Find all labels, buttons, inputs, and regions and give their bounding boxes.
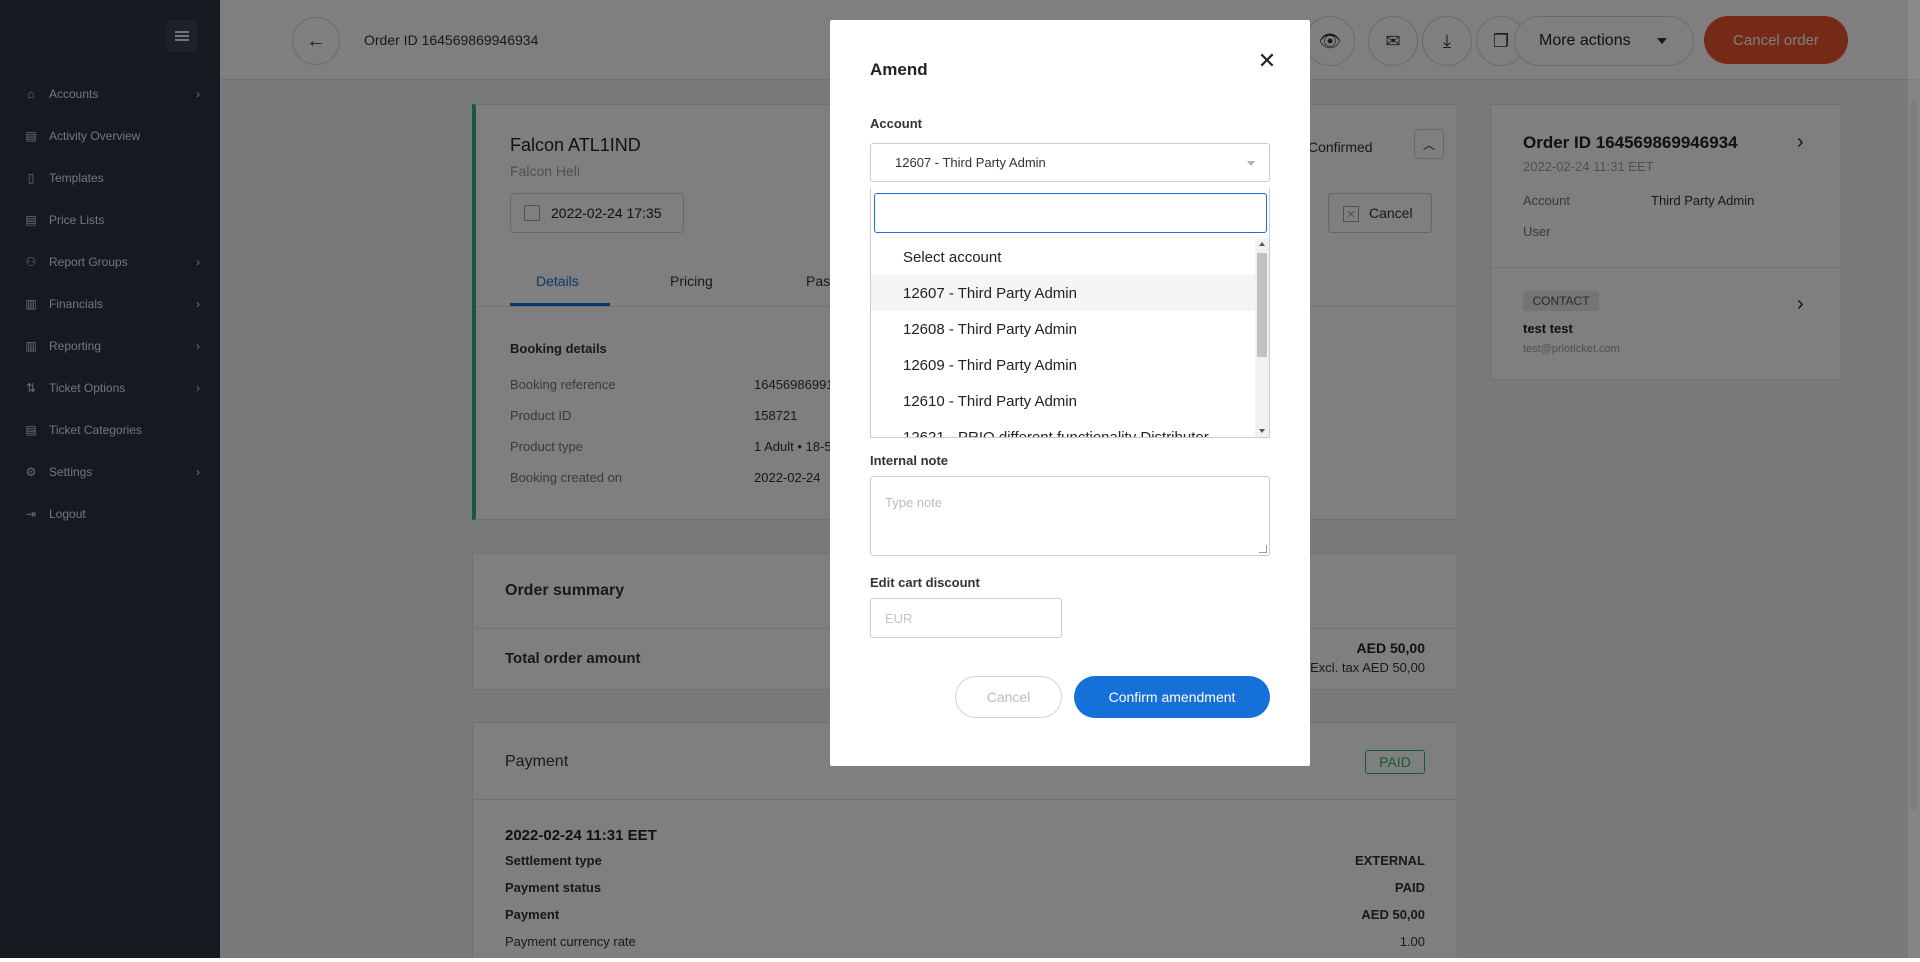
account-option[interactable]: 12609 - Third Party Admin (871, 347, 1255, 383)
resize-handle-icon[interactable] (1259, 545, 1267, 553)
discount-placeholder: EUR (885, 610, 913, 626)
account-option[interactable]: 12607 - Third Party Admin (871, 275, 1255, 311)
note-field-label: Internal note (870, 453, 949, 468)
cart-discount-input[interactable]: EUR (870, 598, 1062, 638)
note-placeholder: Type note (885, 495, 943, 510)
close-icon[interactable]: ✕ (1254, 48, 1280, 74)
account-option[interactable]: 12608 - Third Party Admin (871, 311, 1255, 347)
scroll-up-icon[interactable] (1259, 242, 1265, 246)
cancel-button[interactable]: Cancel (955, 676, 1062, 718)
account-select[interactable]: 12607 - Third Party Admin (870, 143, 1270, 182)
account-dropdown: Select account 12607 - Third Party Admin 1… (870, 188, 1270, 438)
modal-title: Amend (870, 60, 928, 79)
account-options-list: Select account 12607 - Third Party Admin 1… (871, 239, 1255, 437)
account-select-value: 12607 - Third Party Admin (895, 155, 1046, 170)
dropdown-scroll-thumb[interactable] (1257, 253, 1267, 357)
scroll-down-icon[interactable] (1259, 429, 1265, 433)
dropdown-scrollbar[interactable] (1255, 239, 1269, 437)
internal-note-textarea[interactable]: Type note (870, 476, 1270, 556)
discount-field-label: Edit cart discount (870, 575, 980, 590)
account-search-input[interactable] (874, 193, 1267, 233)
page-scrollbar[interactable] (1908, 0, 1920, 962)
account-option[interactable]: Select account (871, 239, 1255, 275)
scrollbar-thumb[interactable] (1911, 100, 1917, 810)
account-field-label: Account (870, 116, 922, 131)
confirm-amendment-button[interactable]: Confirm amendment (1074, 676, 1270, 718)
account-option[interactable]: 12621 - PRIO different functionality Dis… (871, 419, 1255, 438)
account-option[interactable]: 12610 - Third Party Admin (871, 383, 1255, 419)
bottom-strip (0, 958, 1920, 962)
amend-modal: Amend ✕ Account 12607 - Third Party Admi… (830, 20, 1310, 766)
caret-down-icon (1247, 161, 1255, 166)
